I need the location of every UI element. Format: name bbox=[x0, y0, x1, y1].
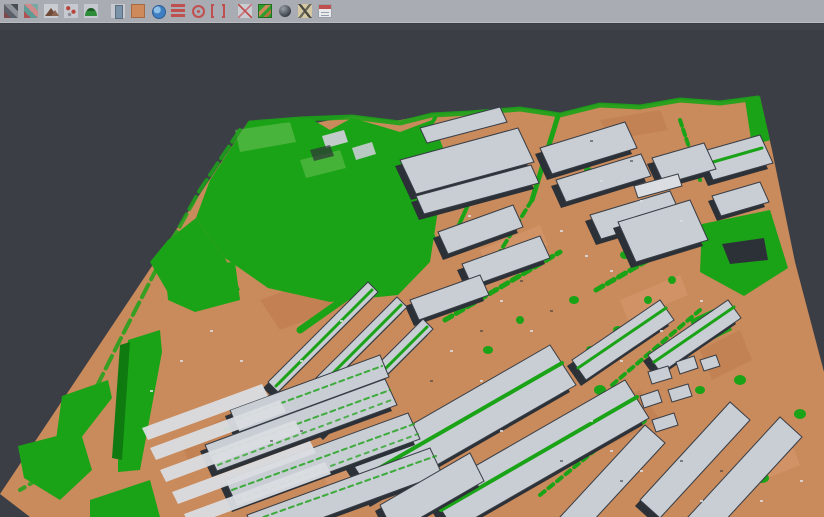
clip-section-button[interactable] bbox=[236, 2, 254, 21]
orthophoto-button[interactable] bbox=[256, 2, 274, 21]
toolbar-group-1 bbox=[1, 2, 101, 21]
layers-button[interactable] bbox=[169, 2, 187, 21]
toolbar-group-2 bbox=[108, 2, 228, 21]
measure-button[interactable] bbox=[296, 2, 314, 21]
vegetation-icon bbox=[84, 4, 98, 18]
target-icon bbox=[191, 4, 205, 18]
globe-icon bbox=[151, 4, 165, 18]
report-button[interactable] bbox=[316, 2, 334, 21]
terrain-icon bbox=[44, 4, 58, 18]
vegetation-button[interactable] bbox=[82, 2, 100, 21]
points-button[interactable] bbox=[62, 2, 80, 21]
application-window: { "window": { "width": 824, "height": 51… bbox=[0, 0, 824, 517]
toolbar bbox=[0, 0, 824, 23]
points-icon bbox=[64, 4, 78, 18]
target-button[interactable] bbox=[189, 2, 207, 21]
classification-button[interactable] bbox=[22, 2, 40, 21]
ground-area-button[interactable] bbox=[129, 2, 147, 21]
mesh-sphere-button[interactable] bbox=[276, 2, 294, 21]
toolbar-separator bbox=[101, 11, 108, 12]
viewport-top-band bbox=[0, 24, 824, 30]
point-cloud-button[interactable] bbox=[2, 2, 20, 21]
layers-icon bbox=[171, 4, 185, 18]
toolbar-separator bbox=[228, 11, 235, 12]
viewport-3d-scene[interactable] bbox=[0, 0, 824, 517]
mesh-sphere-icon bbox=[278, 4, 292, 18]
globe-button[interactable] bbox=[149, 2, 167, 21]
toolbar-group-3 bbox=[235, 2, 335, 21]
profile-button[interactable] bbox=[109, 2, 127, 21]
orthophoto-icon bbox=[258, 4, 272, 18]
terrain-button[interactable] bbox=[42, 2, 60, 21]
selection-icon bbox=[211, 4, 225, 18]
clip-section-icon bbox=[238, 4, 252, 18]
ground-area-icon bbox=[131, 4, 145, 18]
selection-button[interactable] bbox=[209, 2, 227, 21]
point-cloud-icon bbox=[4, 4, 18, 18]
classification-icon bbox=[24, 4, 38, 18]
measure-icon bbox=[298, 4, 312, 18]
profile-icon bbox=[111, 4, 125, 18]
report-icon bbox=[318, 4, 332, 18]
